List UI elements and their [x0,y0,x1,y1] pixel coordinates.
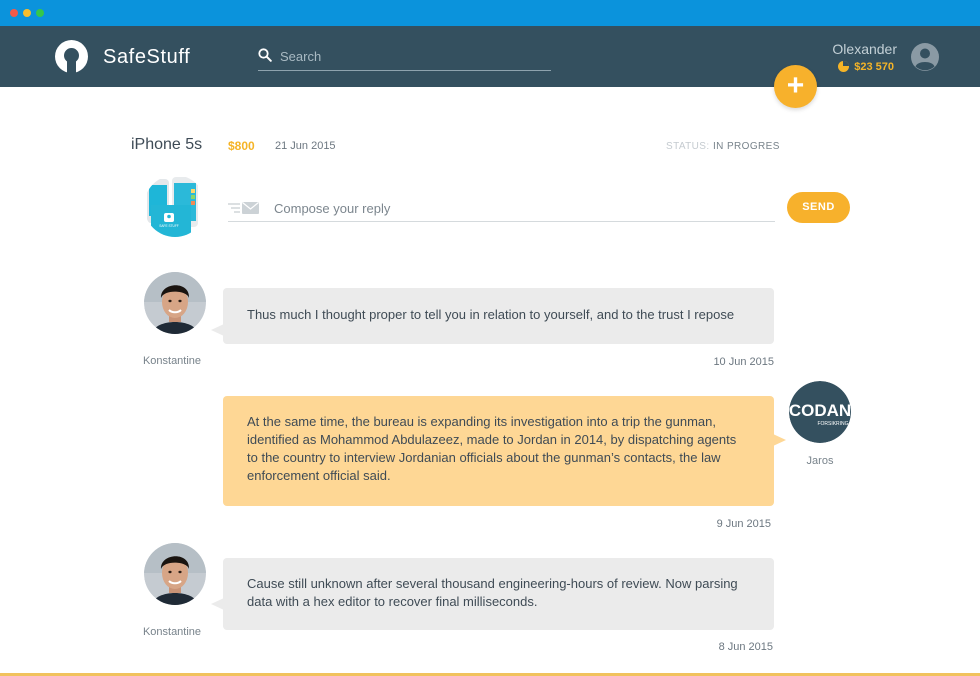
message-text: Thus much I thought proper to tell you i… [247,307,735,322]
search-icon[interactable] [258,48,272,62]
item-date: 21 Jun 2015 [275,140,336,152]
message-text: Cause still unknown after several thousa… [247,576,738,609]
envelope-icon [228,202,259,214]
message-date: 8 Jun 2015 [718,641,773,653]
message-date: 10 Jun 2015 [713,356,774,368]
message-text: At the same time, the bureau is expandin… [247,414,737,483]
compose-reply-input[interactable] [274,199,764,217]
search-bar [258,44,551,71]
message-author: Jaros [806,455,834,467]
pie-chart-icon [838,61,850,72]
search-input[interactable] [280,46,548,66]
author-avatar[interactable] [144,543,206,605]
add-item-button[interactable]: + [774,65,817,108]
window-titlebar [0,0,980,26]
company-logo-text: CODAN [789,401,851,420]
company-logo-subtext: FORSIKRING [817,421,848,427]
message-bubble: Thus much I thought proper to tell you i… [211,288,774,344]
message-date: 9 Jun 2015 [716,518,771,530]
user-balance: $23 570 [838,61,894,73]
item-title: iPhone 5s [131,136,203,153]
message-bubble: Cause still unknown after several thousa… [211,558,774,630]
app-name[interactable]: SafeStuff [103,46,190,69]
balance-amount: $23 570 [854,61,894,73]
message-bubble: At the same time, the bureau is expandin… [223,396,786,506]
message-author: Konstantine [142,626,202,638]
keyhole-logo-icon[interactable] [55,40,88,73]
product-thumbnail: SAFE STUFF [144,175,206,237]
compose-bar [228,194,775,222]
user-circle-icon[interactable] [910,42,940,72]
item-price: $800 [228,139,255,153]
author-avatar[interactable]: CODAN FORSIKRING [789,381,851,443]
close-window-button[interactable] [10,9,18,17]
top-navbar: SafeStuff Olexander $23 570 [0,26,980,87]
thumbnail-caption: SAFE STUFF [159,224,179,228]
user-name[interactable]: Olexander [832,41,897,57]
message-author: Konstantine [142,355,202,367]
maximize-window-button[interactable] [36,9,44,17]
send-button[interactable]: SEND [787,192,850,223]
author-avatar[interactable] [144,272,206,334]
minimize-window-button[interactable] [23,9,31,17]
status-value: IN PROGRES [713,141,780,152]
status-label: STATUS: [666,141,710,152]
